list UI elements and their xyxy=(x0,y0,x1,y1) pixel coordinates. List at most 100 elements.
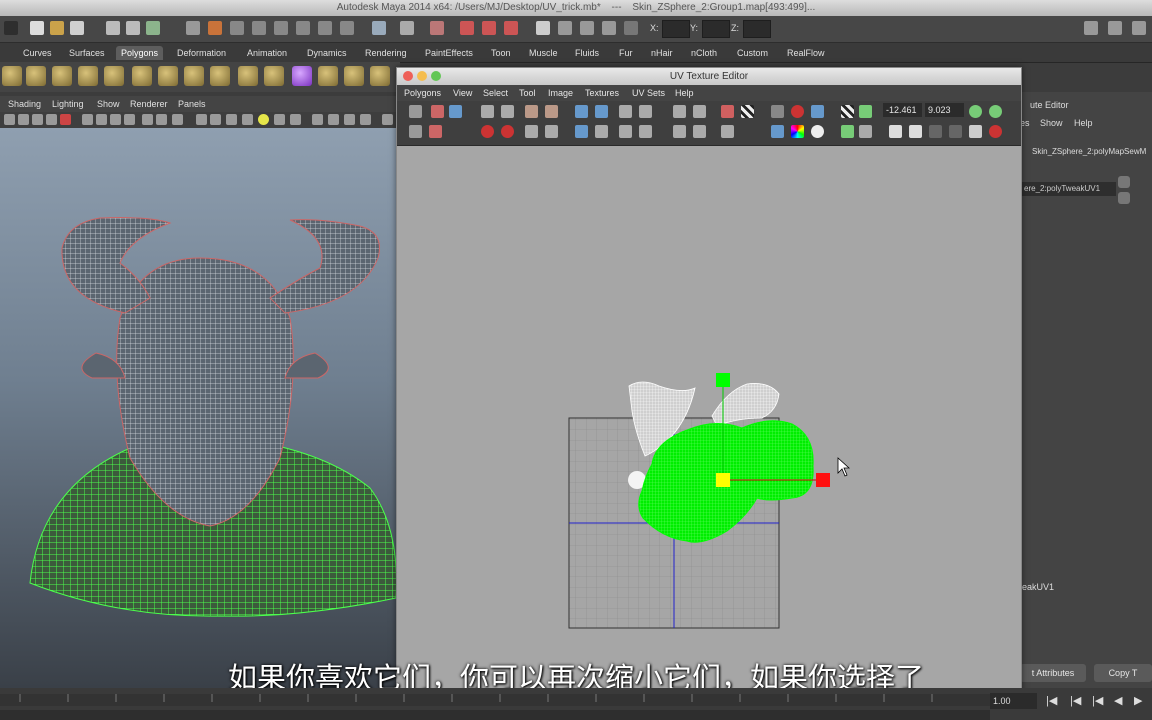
uv-move-icon[interactable] xyxy=(431,105,444,118)
paste-uv-icon[interactable] xyxy=(909,125,922,138)
select-component-icon[interactable] xyxy=(146,21,160,35)
checker-icon[interactable] xyxy=(741,105,754,118)
viewport-menu-show[interactable]: Show xyxy=(97,99,120,109)
append-icon[interactable] xyxy=(370,66,390,86)
align-max-u-icon[interactable] xyxy=(639,105,652,118)
select-object-icon[interactable] xyxy=(126,21,140,35)
shelf-tab-fur[interactable]: Fur xyxy=(614,46,638,60)
v-value-field[interactable]: 9.023 xyxy=(925,103,964,117)
render-frame-icon[interactable] xyxy=(400,21,414,35)
shelf-tab-dynamics[interactable]: Dynamics xyxy=(302,46,352,60)
uv-menu-view[interactable]: View xyxy=(453,88,472,98)
safe-action-icon[interactable] xyxy=(156,114,167,125)
xray-joints-icon[interactable] xyxy=(328,114,339,125)
pixel-snap-icon[interactable] xyxy=(791,105,804,118)
shelf-tab-rendering[interactable]: Rendering xyxy=(360,46,412,60)
shelf-tab-polygons[interactable]: Polygons xyxy=(116,46,164,60)
align-min-u-icon[interactable] xyxy=(619,105,632,118)
select-hierarchy-icon[interactable] xyxy=(106,21,120,35)
film-gate-icon[interactable] xyxy=(96,114,107,125)
unfold-uv-icon[interactable] xyxy=(595,105,608,118)
poly-plane-icon[interactable] xyxy=(78,66,98,86)
smooth-shade-icon[interactable] xyxy=(210,114,221,125)
snapshot-icon[interactable] xyxy=(673,105,686,118)
view-grid-icon[interactable] xyxy=(771,105,784,118)
align-min-v-icon[interactable] xyxy=(619,125,632,138)
step-back-frame-icon[interactable]: |◀ xyxy=(1092,694,1103,707)
use-all-lights-icon[interactable] xyxy=(258,114,269,125)
uv-menu-help[interactable]: Help xyxy=(675,88,694,98)
relative-uv-icon[interactable] xyxy=(989,105,1002,118)
cycle-uv-icon[interactable] xyxy=(969,125,982,138)
image-plane-icon[interactable] xyxy=(46,114,57,125)
display-image-icon[interactable] xyxy=(721,105,734,118)
split-uv-icon[interactable] xyxy=(545,125,558,138)
snap-point-icon[interactable] xyxy=(230,21,244,35)
attribute-editor-toggle-icon[interactable] xyxy=(1084,21,1098,35)
poly-cone-icon[interactable] xyxy=(52,66,72,86)
z-field[interactable] xyxy=(743,20,771,38)
shelf-tab-muscle[interactable]: Muscle xyxy=(524,46,563,60)
shelf-tab-animation[interactable]: Animation xyxy=(242,46,292,60)
poly-pyramid-icon[interactable] xyxy=(132,66,152,86)
grid-uv-icon[interactable] xyxy=(595,125,608,138)
separate-icon[interactable] xyxy=(238,66,258,86)
paste-u-icon[interactable] xyxy=(929,125,942,138)
shadows-icon[interactable] xyxy=(274,114,285,125)
rename-icon[interactable] xyxy=(602,21,616,35)
focus-icon[interactable] xyxy=(1118,176,1130,188)
shelf-tab-surfaces[interactable]: Surfaces xyxy=(64,46,110,60)
texture-borders-icon[interactable] xyxy=(771,125,784,138)
xray-icon[interactable] xyxy=(242,114,253,125)
uv-menu-textures[interactable]: Textures xyxy=(585,88,619,98)
shrink-selection-icon[interactable] xyxy=(693,125,706,138)
select-connected-icon[interactable] xyxy=(693,105,706,118)
smooth-icon[interactable] xyxy=(292,66,312,86)
cut-uv-icon[interactable] xyxy=(525,105,538,118)
select-by-name-icon[interactable] xyxy=(624,21,638,35)
attr-menu-help[interactable]: Help xyxy=(1074,118,1093,128)
viewport-menu-shading[interactable]: Shading xyxy=(8,99,41,109)
uv-menu-uvsets[interactable]: UV Sets xyxy=(632,88,665,98)
resolution-gate-icon[interactable] xyxy=(110,114,121,125)
rotate-cw-icon[interactable] xyxy=(501,125,514,138)
relative-transform-icon[interactable] xyxy=(580,21,594,35)
uv-shade-icon[interactable] xyxy=(811,105,824,118)
extract-icon[interactable] xyxy=(264,66,284,86)
uv-toggle-icon[interactable] xyxy=(859,105,872,118)
wireframe-icon[interactable] xyxy=(196,114,207,125)
render-view-icon[interactable] xyxy=(372,21,386,35)
update-psd-icon[interactable] xyxy=(859,125,872,138)
channel-box-toggle-icon[interactable] xyxy=(1132,21,1146,35)
field-chart-icon[interactable] xyxy=(142,114,153,125)
x-field[interactable] xyxy=(662,20,690,38)
poly-sphere-icon[interactable] xyxy=(2,66,22,86)
select-camera-icon[interactable] xyxy=(4,114,15,125)
viewport-menu-renderer[interactable]: Renderer xyxy=(130,99,168,109)
refresh-uv-icon[interactable] xyxy=(969,105,982,118)
viewport-menu-panels[interactable]: Panels xyxy=(178,99,206,109)
sew-uv-icon[interactable] xyxy=(545,105,558,118)
snap-grid-icon[interactable] xyxy=(186,21,200,35)
uv-smudge-icon[interactable] xyxy=(449,105,462,118)
close-window-icon[interactable] xyxy=(403,71,413,81)
alpha-channel-icon[interactable] xyxy=(811,125,824,138)
shelf-tab-toon[interactable]: Toon xyxy=(486,46,516,60)
y-field[interactable] xyxy=(702,20,730,38)
attr-node-tab[interactable]: Skin_ZSphere_2:polyMapSewM xyxy=(1028,145,1152,159)
copy-uv-icon[interactable] xyxy=(889,125,902,138)
snap-surface-icon[interactable] xyxy=(274,21,288,35)
construction-history-icon[interactable] xyxy=(318,21,332,35)
bridge-icon[interactable] xyxy=(344,66,364,86)
ambient-occlusion-icon[interactable] xyxy=(290,114,301,125)
uv-menu-tool[interactable]: Tool xyxy=(519,88,536,98)
flip-u-icon[interactable] xyxy=(481,105,494,118)
rgb-channels-icon[interactable] xyxy=(791,125,804,138)
absolute-transform-icon[interactable] xyxy=(558,21,572,35)
viewport-more-icon[interactable] xyxy=(382,114,393,125)
filter-icon[interactable] xyxy=(841,125,854,138)
ipr-render-icon[interactable] xyxy=(430,21,444,35)
go-to-start-icon[interactable]: |◀ xyxy=(1046,694,1057,707)
help-line-icon[interactable] xyxy=(340,21,354,35)
viewport-menu-lighting[interactable]: Lighting xyxy=(52,99,84,109)
